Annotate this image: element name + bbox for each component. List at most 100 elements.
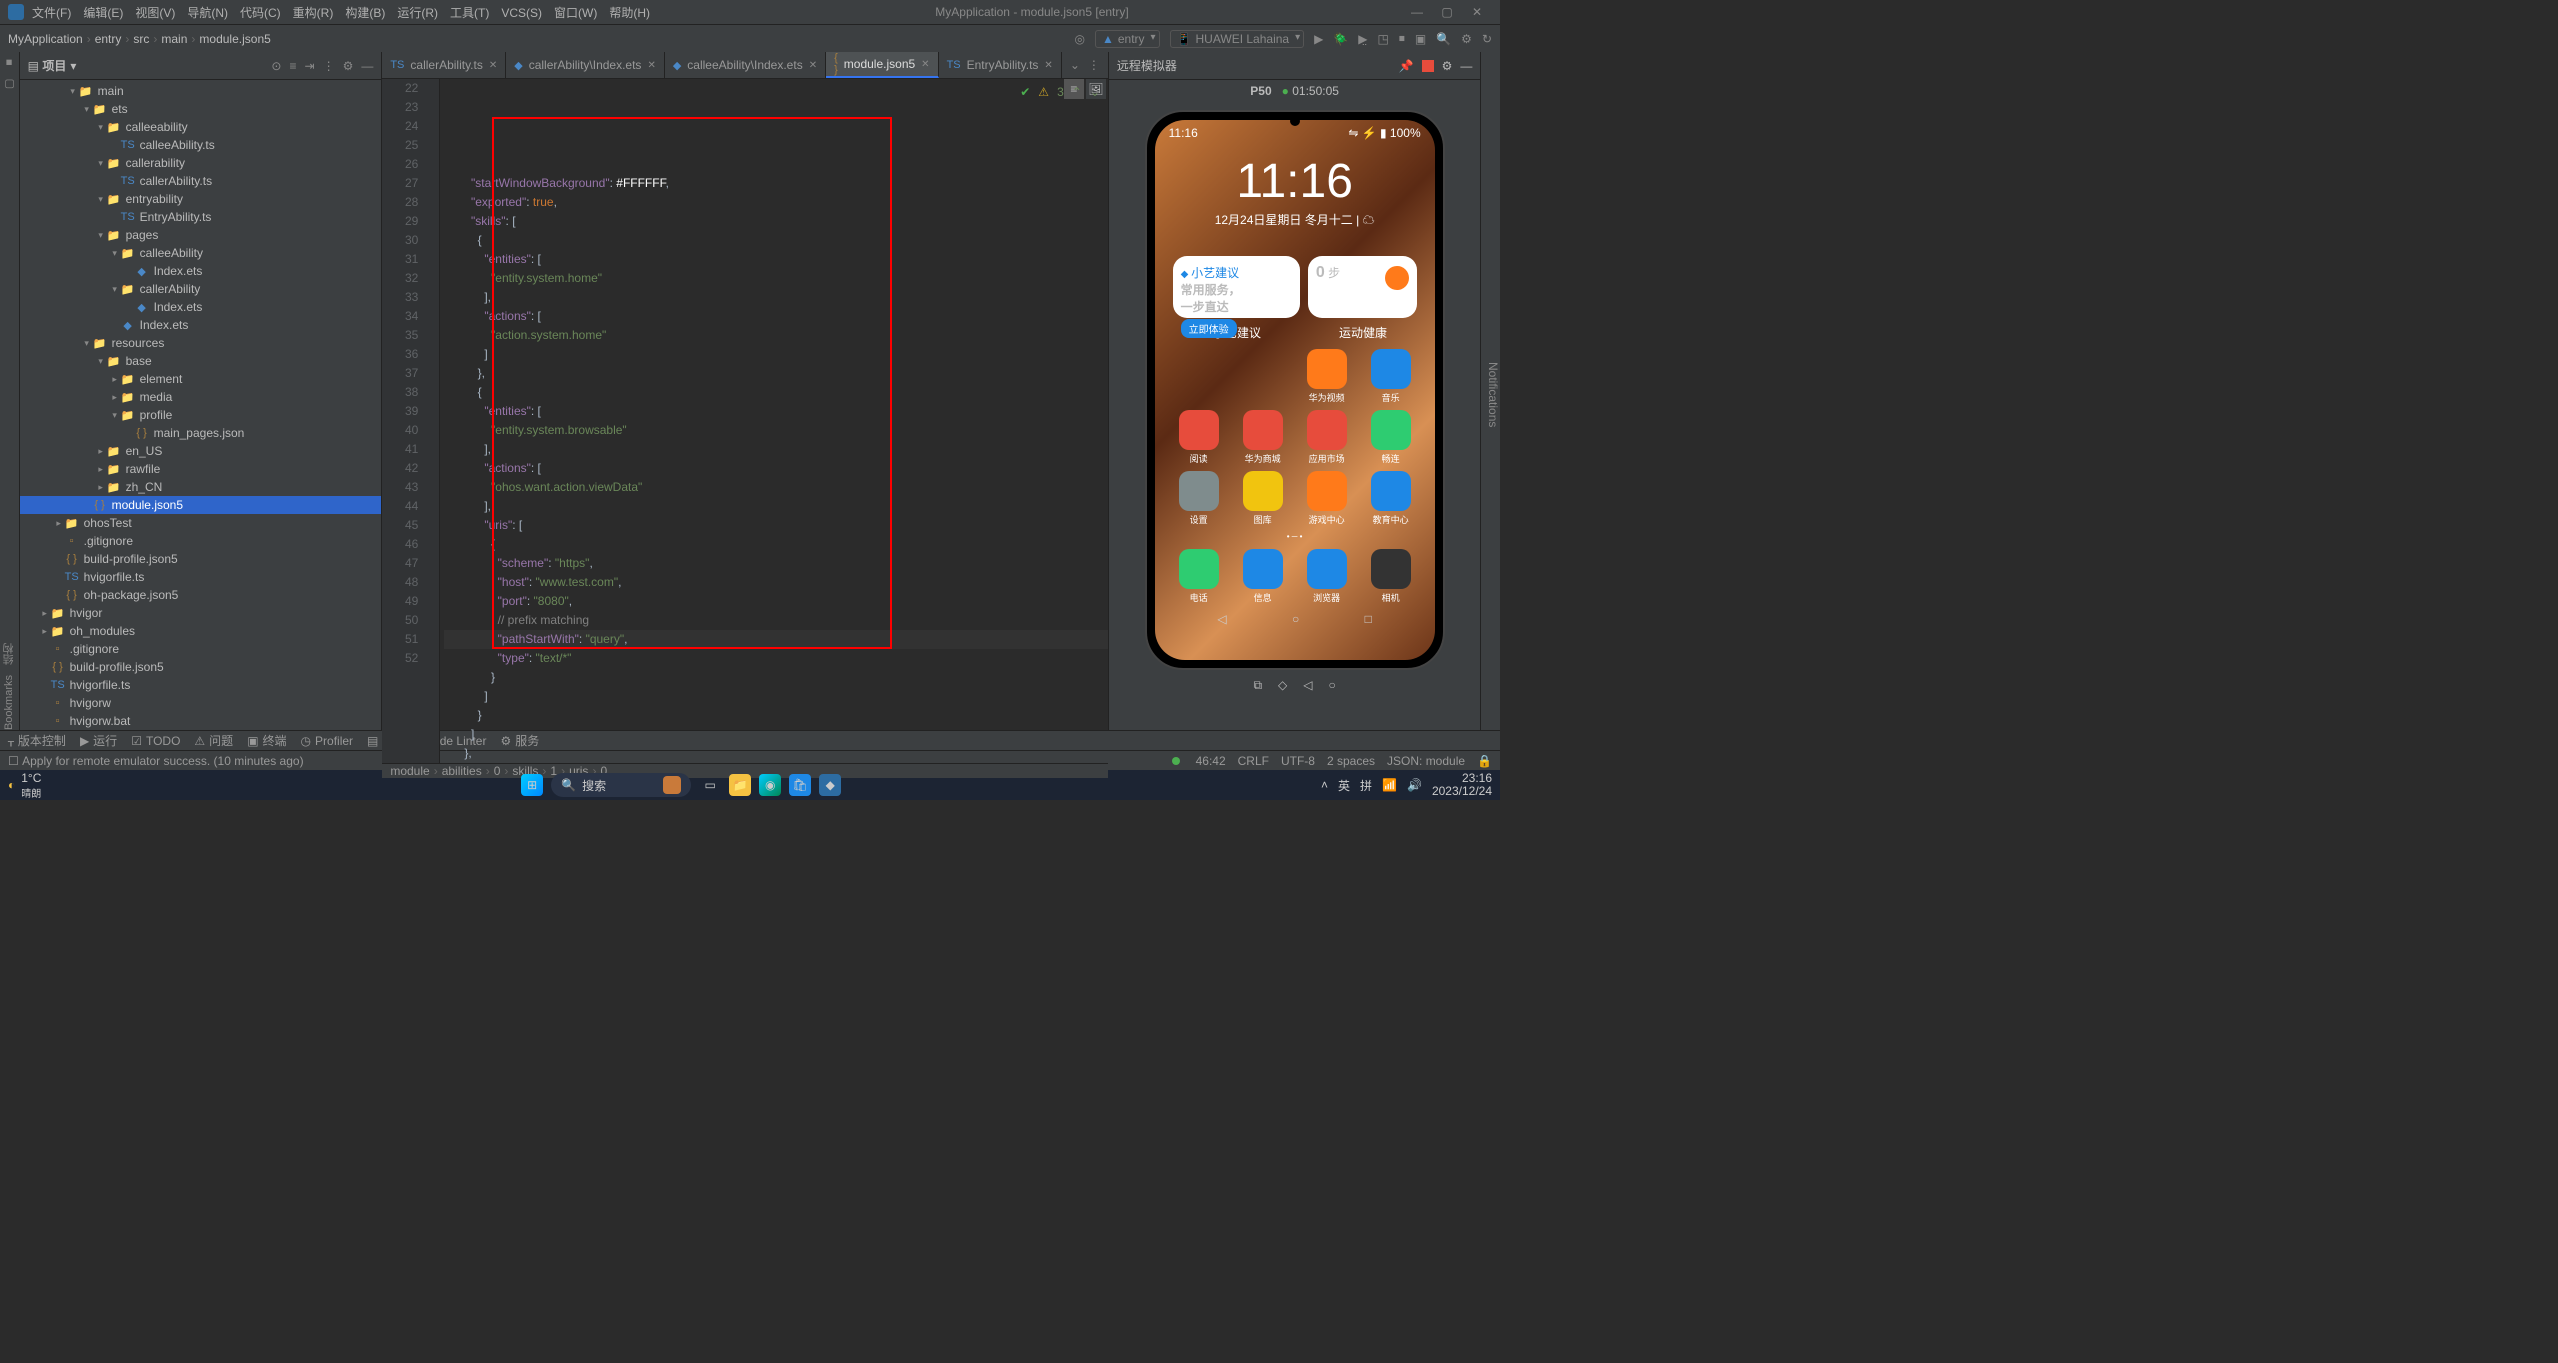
fold-gutter[interactable] <box>426 79 440 763</box>
sync-button[interactable]: ↻ <box>1482 32 1492 46</box>
tree-row[interactable]: ▾📁callerAbility <box>20 280 382 298</box>
app-item[interactable]: 阅读 <box>1169 410 1229 465</box>
nav-home-icon[interactable]: ○ <box>1292 612 1299 626</box>
app-item[interactable]: 电话 <box>1169 549 1229 604</box>
run-button[interactable]: ▶ <box>1314 32 1323 46</box>
menu-item[interactable]: 编辑(E) <box>83 6 123 20</box>
code-line[interactable]: "uris": [ <box>444 516 1108 535</box>
coverage-button[interactable]: ▶̤ <box>1358 32 1367 46</box>
code-line[interactable]: ], <box>444 440 1108 459</box>
bottom-tool-button[interactable]: ▣终端 <box>247 732 286 749</box>
close-tab-icon[interactable]: ✕ <box>809 60 817 71</box>
select-opened-icon[interactable]: ⊙ <box>271 59 281 73</box>
expand-all-icon[interactable]: ≡ <box>289 59 296 73</box>
start-button[interactable]: ⊞ <box>521 774 543 796</box>
back-button[interactable]: ◁ <box>1303 678 1312 693</box>
app-item[interactable]: 应用市场 <box>1297 410 1357 465</box>
encoding[interactable]: UTF-8 <box>1281 754 1315 768</box>
close-tab-icon[interactable]: ✕ <box>921 59 929 70</box>
app-item[interactable]: 教育中心 <box>1361 471 1421 526</box>
code-line[interactable]: "host": "www.test.com", <box>444 573 1108 592</box>
tree-row[interactable]: ▫hvigorw <box>20 694 382 712</box>
wifi-icon[interactable]: 📶 <box>1382 778 1397 792</box>
explorer-icon[interactable]: 📁 <box>729 774 751 796</box>
line-ending[interactable]: CRLF <box>1238 754 1269 768</box>
bottom-tool-button[interactable]: ▶运行 <box>80 732 117 749</box>
code-line[interactable]: } <box>444 668 1108 687</box>
notifications-tool-button[interactable]: Notifications <box>1486 60 1500 730</box>
app-item[interactable]: 华为视频 <box>1297 349 1357 404</box>
code-line[interactable]: ] <box>444 687 1108 706</box>
tree-row[interactable]: ▸📁hvigor <box>20 604 382 622</box>
tree-row[interactable]: ◆Index.ets <box>20 298 382 316</box>
code-line[interactable]: "port": "8080", <box>444 592 1108 611</box>
pin-icon[interactable]: 📌 <box>1399 59 1414 73</box>
fold-button[interactable]: ◇ <box>1278 678 1287 693</box>
structure-tool-button[interactable]: 结构 <box>1 643 17 665</box>
app-item[interactable]: 相机 <box>1361 549 1421 604</box>
device-manager-button[interactable]: ▣ <box>1415 32 1426 46</box>
hide-icon[interactable]: — <box>361 59 373 73</box>
tree-row[interactable]: ◆Index.ets <box>20 262 382 280</box>
app-item[interactable]: 音乐 <box>1361 349 1421 404</box>
widget-suggestion[interactable]: ◆ 小艺建议 常用服务， 一步直达 立即体验 <box>1173 256 1300 318</box>
close-button[interactable]: ✕ <box>1462 5 1492 19</box>
menu-item[interactable]: VCS(S) <box>501 6 542 20</box>
target-icon[interactable]: ◎ <box>1074 32 1084 46</box>
editor-tab[interactable]: TSEntryAbility.ts✕ <box>939 52 1062 78</box>
nav-recent-icon[interactable]: □ <box>1365 612 1372 626</box>
tree-row[interactable]: ▾📁base <box>20 352 382 370</box>
search-button[interactable]: 🔍 <box>1436 32 1451 46</box>
tree-row[interactable]: TSEntryAbility.ts <box>20 208 382 226</box>
code-line[interactable]: ], <box>444 288 1108 307</box>
edge-icon[interactable]: ◉ <box>759 774 781 796</box>
store-icon[interactable]: 🛍 <box>789 774 811 796</box>
tree-row[interactable]: ▸📁ohosTest <box>20 514 382 532</box>
code-line[interactable]: ] <box>444 345 1108 364</box>
tab-more-icon[interactable]: ⋮ <box>1088 58 1100 72</box>
breadcrumb-item[interactable]: MyApplication <box>8 32 83 46</box>
code-line[interactable]: ] <box>444 725 1108 744</box>
dropdown-icon[interactable]: ▾ <box>70 59 76 73</box>
bookmarks-tool-button[interactable]: Bookmarks <box>3 675 15 730</box>
tree-row[interactable]: TScallerAbility.ts <box>20 172 382 190</box>
bottom-tool-button[interactable]: ☑TODO <box>131 734 180 748</box>
tab-dropdown-icon[interactable]: ⌄ <box>1070 58 1080 72</box>
close-tab-icon[interactable]: ✕ <box>489 60 497 71</box>
breadcrumb-item[interactable]: module.json5 <box>199 32 270 46</box>
minimize-button[interactable]: — <box>1402 5 1432 19</box>
project-tool-button[interactable]: ■ <box>3 56 15 68</box>
tree-row[interactable]: ▸📁rawfile <box>20 460 382 478</box>
close-tab-icon[interactable]: ✕ <box>1044 60 1052 71</box>
breadcrumb-item[interactable]: src <box>133 32 149 46</box>
gear-icon[interactable]: ⚙ <box>343 59 354 73</box>
run-config-select[interactable]: ▲ entry <box>1095 30 1160 48</box>
file-type[interactable]: JSON: module <box>1387 754 1465 768</box>
deveco-icon[interactable]: ◆ <box>819 774 841 796</box>
widget-try-button[interactable]: 立即体验 <box>1181 319 1237 338</box>
app-item[interactable]: 畅连 <box>1361 410 1421 465</box>
tree-row[interactable]: ▾📁main <box>20 82 382 100</box>
widget-health[interactable]: 0 步 <box>1308 256 1417 318</box>
code-line[interactable]: "ohos.want.action.viewData" <box>444 478 1108 497</box>
code-line[interactable]: ], <box>444 497 1108 516</box>
menu-item[interactable]: 文件(F) <box>32 6 71 20</box>
code-line[interactable]: "actions": [ <box>444 307 1108 326</box>
menu-item[interactable]: 工具(T) <box>450 6 489 20</box>
tree-row[interactable]: TShvigorfile.ts <box>20 676 382 694</box>
bottom-tool-button[interactable]: ᚁ版本控制 <box>8 732 66 749</box>
code-line[interactable]: "actions": [ <box>444 459 1108 478</box>
phone-screen[interactable]: 11:16 ⇋ ⚡ ▮ 100% 11:16 12月24日星期日 冬月十二 | … <box>1155 120 1435 660</box>
tree-row[interactable]: ▾📁pages <box>20 226 382 244</box>
stop-button[interactable] <box>1422 60 1434 72</box>
volume-icon[interactable]: 🔊 <box>1407 778 1422 792</box>
debug-button[interactable]: 🪲 <box>1333 32 1348 46</box>
settings-button[interactable]: ⚙ <box>1461 32 1472 46</box>
show-options-icon[interactable]: ⋮ <box>323 59 335 73</box>
app-item[interactable]: 游戏中心 <box>1297 471 1357 526</box>
ime-label[interactable]: 英 <box>1338 777 1350 794</box>
tree-row[interactable]: TScalleeAbility.ts <box>20 136 382 154</box>
bottom-tool-button[interactable]: ◷Profiler <box>301 734 354 748</box>
attach-button[interactable]: ⏹ <box>1399 31 1405 46</box>
tree-row[interactable]: ▾📁resources <box>20 334 382 352</box>
